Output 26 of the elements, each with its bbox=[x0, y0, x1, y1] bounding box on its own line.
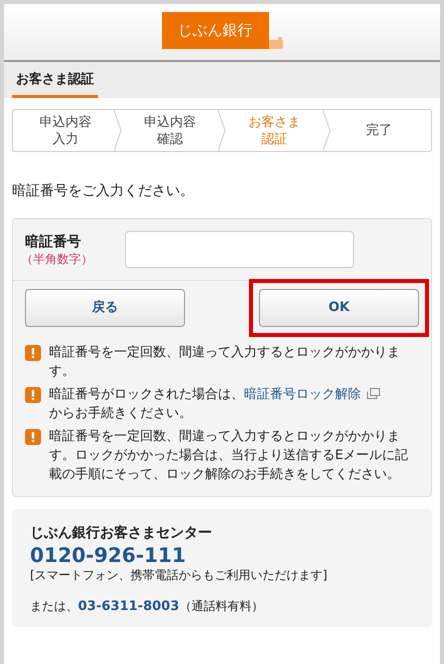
page-title: お客さま認証 bbox=[12, 72, 98, 98]
note-text: 暗証番号を一定回数、間違って入力するとロックがかかります。ロックがかかった場合は、当行より送信するEメールに記載の手順にそって、ロック解除のお手続きをしてください。 bbox=[49, 428, 410, 484]
field-label: 暗証番号 bbox=[25, 232, 82, 250]
step-label: 申込内容入力 bbox=[38, 114, 92, 148]
note-text: 暗証番号を一定回数、間違って入力するとロックがかかります。 bbox=[49, 344, 401, 381]
pin-input-field[interactable] bbox=[125, 231, 354, 268]
phone-note: [スマートフォン、携帯電話からもご利用いただけます] bbox=[30, 567, 328, 583]
field-hint: （半角数字） bbox=[21, 250, 94, 266]
note-text: 暗証番号がロックされた場合は、暗証番号ロック解除 からお手続きください。 bbox=[49, 385, 380, 423]
back-button[interactable]: 戻る bbox=[25, 289, 185, 327]
phone-link[interactable]: 0120-926-111 bbox=[30, 543, 186, 567]
alt-phone-link[interactable]: 03-6311-8003 bbox=[78, 597, 180, 616]
ok-button[interactable]: OK bbox=[259, 289, 419, 327]
step-label: 完了 bbox=[364, 122, 393, 139]
support-title: じぶん銀行お客さまセンター bbox=[30, 524, 213, 543]
new-window-icon bbox=[367, 388, 380, 399]
warning-icon bbox=[25, 429, 41, 445]
step-label: お客さま認証 bbox=[247, 114, 302, 148]
step-label: 申込内容確認 bbox=[142, 114, 197, 148]
instruction-text: 暗証番号をご入力ください。 bbox=[12, 182, 195, 200]
alt-note: （通話料有料） bbox=[179, 598, 264, 615]
warning-icon bbox=[25, 345, 41, 361]
house-icon bbox=[268, 37, 282, 49]
unlock-link[interactable]: 暗証番号ロック解除 bbox=[244, 387, 361, 402]
alt-prefix: または、 bbox=[30, 598, 78, 615]
warning-icon bbox=[25, 387, 41, 403]
